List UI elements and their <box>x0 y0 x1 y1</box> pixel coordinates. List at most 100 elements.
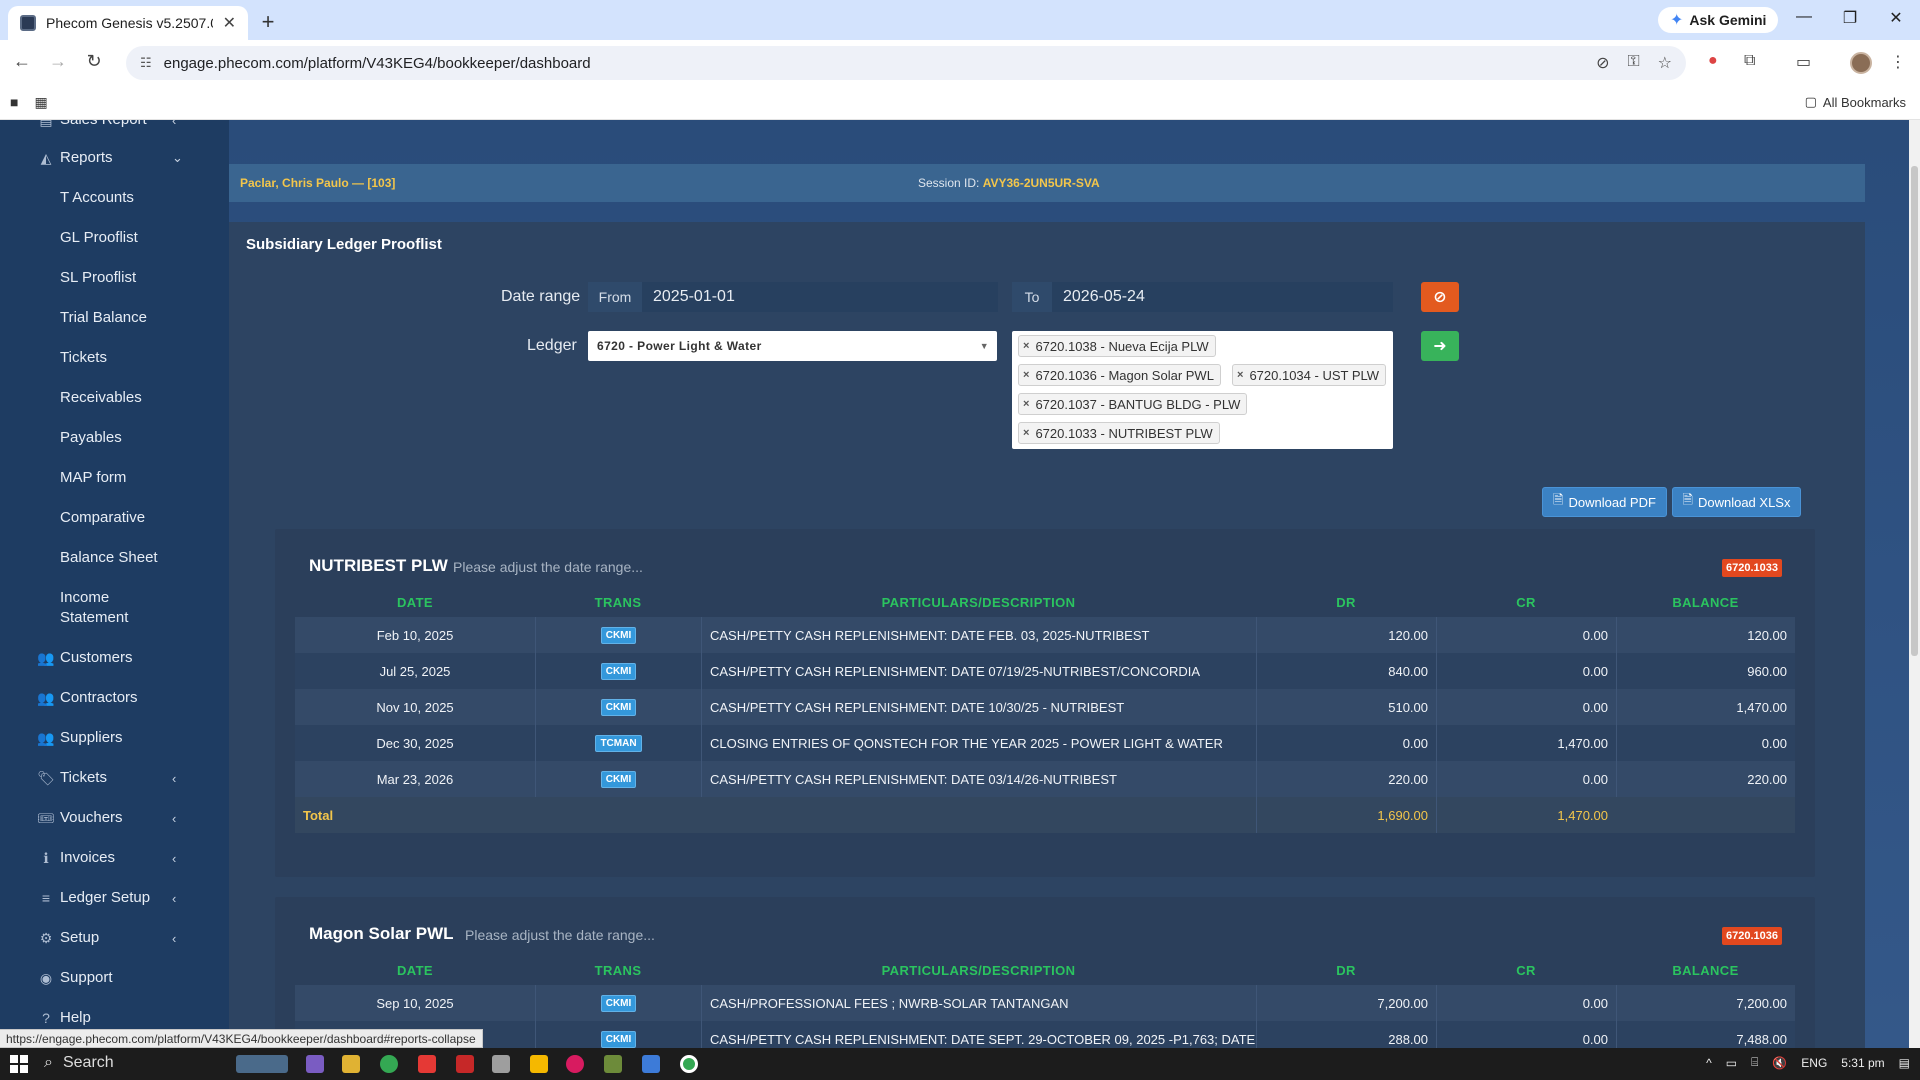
new-tab-button[interactable]: + <box>256 9 280 35</box>
forward-arrow-icon[interactable]: → <box>46 51 70 72</box>
notification-icon[interactable]: ▤ <box>1899 1056 1910 1070</box>
column-header[interactable]: TRANS <box>535 587 701 617</box>
selected-chip[interactable]: × 6720.1037 - BANTUG BLDG - PLW <box>1018 393 1248 415</box>
minimize-window-button[interactable]: — <box>1784 8 1824 26</box>
sidebar-item[interactable]: 🏷 Tickets ‹ <box>0 768 229 788</box>
tab-groups-icon[interactable]: ■ <box>10 94 18 111</box>
download-xlsx-button[interactable]: 🗎 Download XLSx <box>1672 487 1801 517</box>
file-explorer-icon[interactable] <box>342 1055 360 1073</box>
news-widget-icon[interactable] <box>236 1055 288 1073</box>
column-header[interactable]: CR <box>1436 587 1616 617</box>
chrome-app-icon[interactable] <box>380 1055 398 1073</box>
trans-type-badge[interactable]: TCMAN <box>595 734 642 752</box>
column-header[interactable]: PARTICULARS/DESCRIPTION <box>701 955 1256 985</box>
password-key-icon[interactable]: ⚿ <box>1627 53 1639 73</box>
sidebar-item[interactable]: ◉ Support <box>0 968 229 988</box>
sidebar-item-reports[interactable]: ◭ Reports ⌄ <box>0 148 229 168</box>
scrollbar-thumb[interactable] <box>1911 166 1918 656</box>
camera-blocked-icon[interactable]: ⊘ <box>1596 53 1609 73</box>
table-row[interactable]: Jul 25, 2025 CKMI CASH/PETTY CASH REPLENIS… <box>295 653 1795 689</box>
extensions-puzzle-icon[interactable]: ⧉ <box>1744 52 1755 70</box>
to-date-input[interactable]: 2026-05-24 <box>1052 282 1393 312</box>
remove-chip-icon[interactable]: × <box>1023 398 1029 410</box>
trans-type-badge[interactable]: CKMI <box>600 1030 637 1048</box>
download-pdf-button[interactable]: 🗎 Download PDF <box>1542 487 1667 517</box>
youtube-app-icon[interactable] <box>418 1055 436 1073</box>
sidebar-item[interactable]: 🎟 Vouchers ‹ <box>0 808 229 828</box>
windows-start-icon[interactable] <box>10 1055 28 1073</box>
table-row[interactable]: CKMI CASH/PETTY CASH REPLENISHMENT: DATE … <box>295 1021 1795 1048</box>
remove-chip-icon[interactable]: × <box>1237 369 1243 381</box>
sidebar-item[interactable]: ? Help <box>0 1008 229 1028</box>
sidebar-subitem[interactable]: Income Statement <box>0 588 229 628</box>
sidebar-subitem[interactable]: T Accounts <box>0 188 229 208</box>
reload-icon[interactable]: ↻ <box>82 51 106 72</box>
battery-icon[interactable]: ▭ <box>1726 1056 1737 1070</box>
table-row[interactable]: Nov 10, 2025 CKMI CASH/PETTY CASH REPLENIS… <box>295 689 1795 725</box>
close-tab-icon[interactable]: ✕ <box>223 13 236 33</box>
all-bookmarks-button[interactable]: ▢ All Bookmarks <box>1805 94 1906 110</box>
ledger-select[interactable]: 6720 - Power Light & Water ▼ <box>588 331 997 361</box>
tab-search-icon[interactable]: ▭ <box>1796 52 1811 72</box>
column-header[interactable]: DATE <box>295 587 535 617</box>
sidebar-subitem[interactable]: Balance Sheet <box>0 548 229 568</box>
sidebar-subitem[interactable]: Trial Balance <box>0 308 229 328</box>
column-header[interactable]: CR <box>1436 955 1616 985</box>
column-header[interactable]: BALANCE <box>1616 955 1795 985</box>
address-bar[interactable]: ☷ engage.phecom.com/platform/V43KEG4/boo… <box>126 46 1686 80</box>
back-arrow-icon[interactable]: ← <box>10 51 34 72</box>
clock[interactable]: 5:31 pm <box>1841 1056 1884 1070</box>
sidebar-item[interactable]: 👥 Customers <box>0 648 229 668</box>
close-window-button[interactable]: ✕ <box>1876 8 1916 28</box>
sidebar-item[interactable]: 👥 Contractors <box>0 688 229 708</box>
sub-ledger-multiselect[interactable]: × 6720.1038 - Nueva Ecija PLW × 6720.1036 -… <box>1012 331 1393 449</box>
sidebar-item[interactable]: 👥 Suppliers <box>0 728 229 748</box>
restore-window-button[interactable]: ❐ <box>1830 8 1870 28</box>
extension-icon[interactable]: ● <box>1708 52 1718 70</box>
apps-grid-icon[interactable]: ▦ <box>34 94 47 111</box>
sidebar-item[interactable]: ⚙ Setup ‹ <box>0 928 229 948</box>
copilot-app-icon[interactable] <box>306 1055 324 1073</box>
chrome-active-app-icon[interactable] <box>680 1055 698 1073</box>
clear-button[interactable]: ⊘ <box>1421 282 1459 312</box>
app-icon[interactable] <box>530 1055 548 1073</box>
column-header[interactable]: DATE <box>295 955 535 985</box>
table-row[interactable]: Dec 30, 2025 TCMAN CLOSING ENTRIES OF QONS… <box>295 725 1795 761</box>
chevron-up-icon[interactable]: ^ <box>1706 1056 1712 1070</box>
media-player-icon[interactable] <box>566 1055 584 1073</box>
sidebar-subitem[interactable]: Receivables <box>0 388 229 408</box>
sidebar-subitem[interactable]: SL Prooflist <box>0 268 229 288</box>
sidebar-subitem[interactable]: Payables <box>0 428 229 448</box>
notes-app-icon[interactable] <box>642 1055 660 1073</box>
column-header[interactable]: DR <box>1256 955 1436 985</box>
browser-menu-icon[interactable]: ⋮ <box>1890 52 1906 72</box>
column-header[interactable]: BALANCE <box>1616 587 1795 617</box>
sidebar-item[interactable]: ≡ Ledger Setup ‹ <box>0 888 229 908</box>
selected-chip[interactable]: × 6720.1034 - UST PLW <box>1232 364 1387 386</box>
table-row[interactable]: Mar 23, 2026 CKMI CASH/PETTY CASH REPLENIS… <box>295 761 1795 797</box>
trans-type-badge[interactable]: CKMI <box>600 698 637 716</box>
generate-button[interactable]: ➜ <box>1421 331 1459 361</box>
column-header[interactable]: DR <box>1256 587 1436 617</box>
from-date-input[interactable]: 2025-01-01 <box>642 282 998 312</box>
ask-gemini-button[interactable]: ✦ Ask Gemini <box>1658 7 1779 33</box>
sidebar-subitem[interactable]: Tickets <box>0 348 229 368</box>
column-header[interactable]: TRANS <box>535 955 701 985</box>
trans-type-badge[interactable]: CKMI <box>600 662 637 680</box>
sidebar-subitem[interactable]: Comparative <box>0 508 229 528</box>
remove-chip-icon[interactable]: × <box>1023 340 1029 352</box>
table-row[interactable]: Feb 10, 2025 CKMI CASH/PETTY CASH REPLENIS… <box>295 617 1795 653</box>
trans-type-badge[interactable]: CKMI <box>600 626 637 644</box>
table-row[interactable]: Sep 10, 2025 CKMI CASH/PROFESSIONAL FEES ;… <box>295 985 1795 1021</box>
sidebar-item-sales-report[interactable]: ▤ Sales Report ‹ <box>0 120 229 131</box>
media-app-icon[interactable] <box>456 1055 474 1073</box>
game-app-icon[interactable] <box>604 1055 622 1073</box>
site-settings-icon[interactable]: ☷ <box>140 55 152 71</box>
calculator-app-icon[interactable] <box>492 1055 510 1073</box>
profile-avatar[interactable] <box>1850 52 1872 74</box>
selected-chip[interactable]: × 6720.1036 - Magon Solar PWL <box>1018 364 1221 386</box>
browser-tab[interactable]: Phecom Genesis v5.2507.02 ✕ <box>8 6 248 40</box>
sidebar-item[interactable]: ℹ Invoices ‹ <box>0 848 229 868</box>
language-indicator[interactable]: ENG <box>1801 1056 1827 1070</box>
column-header[interactable]: PARTICULARS/DESCRIPTION <box>701 587 1256 617</box>
